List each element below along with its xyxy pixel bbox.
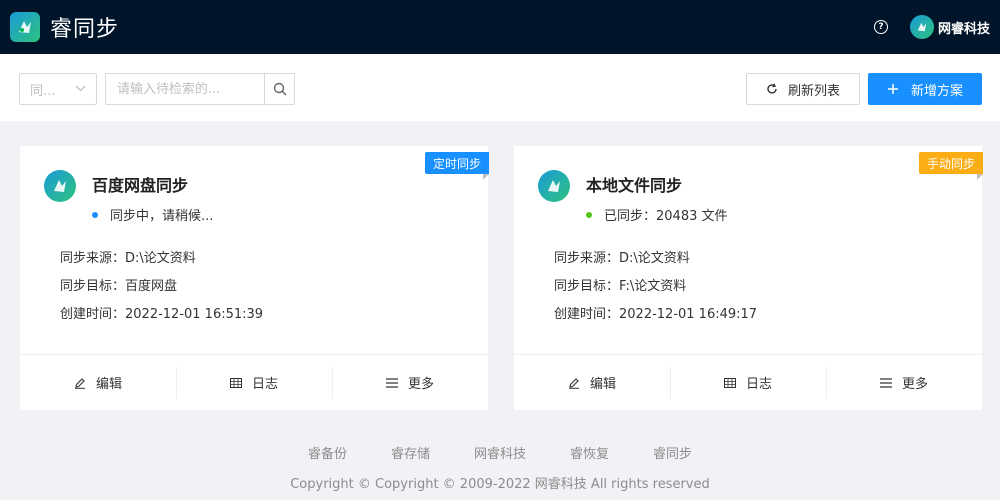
header-right: ? 网睿科技: [873, 15, 990, 39]
card-actions: 编辑 日志 更多: [20, 354, 488, 410]
more-button[interactable]: 更多: [332, 355, 488, 410]
chevron-down-icon: [75, 84, 86, 95]
app-title: 睿同步: [50, 17, 120, 42]
sync-source: 同步来源：D:\论文资料: [554, 251, 690, 266]
toolbar: 同... 刷新列表 新增方案: [0, 54, 1000, 121]
top-header: 睿同步 ? 网睿科技: [0, 0, 1000, 54]
edit-icon: [568, 377, 579, 389]
log-button[interactable]: 日志: [670, 355, 826, 410]
footer-link[interactable]: 睿同步: [653, 443, 692, 462]
add-plan-button[interactable]: 新增方案: [868, 73, 982, 105]
refresh-icon: [767, 83, 777, 94]
user-avatar-icon[interactable]: [909, 15, 934, 39]
copyright-text: Copyright © Copyright © 2009-2022 网睿科技 A…: [290, 477, 710, 492]
search-box: [105, 73, 295, 105]
plan-logo-icon: [44, 170, 76, 202]
plus-icon: [887, 84, 898, 94]
created-time: 创建时间：2022-12-01 16:51:39: [60, 307, 264, 322]
more-button[interactable]: 更多: [826, 355, 982, 410]
add-plan-label: 新增方案: [910, 83, 963, 99]
sync-type-badge: 手动同步: [918, 152, 984, 180]
plan-status: 已同步：20483 文件: [586, 205, 728, 224]
user-name[interactable]: 网睿科技: [938, 18, 990, 37]
app-logo-icon[interactable]: [10, 12, 40, 42]
menu-icon: [385, 377, 398, 388]
footer-link[interactable]: 睿备份: [308, 443, 347, 462]
footer-links: 睿备份 睿存储 网睿科技 睿恢复 睿同步: [0, 443, 1000, 462]
footer-link[interactable]: 睿恢复: [570, 443, 609, 462]
edit-button[interactable]: 编辑: [514, 355, 670, 410]
filter-select-value: 同...: [30, 83, 56, 99]
footer-link[interactable]: 睿存储: [391, 443, 430, 462]
filter-select[interactable]: 同...: [19, 73, 97, 105]
plan-status: 同步中，请稍候...: [92, 205, 213, 224]
search-icon: [273, 82, 286, 96]
help-icon[interactable]: ?: [873, 20, 888, 34]
sync-type-badge: 定时同步: [424, 152, 490, 180]
footer-link[interactable]: 网睿科技: [474, 443, 526, 462]
plan-title: 百度网盘同步: [92, 176, 189, 195]
sync-plan-card: 手动同步 本地文件同步 已同步：20483 文件 同步来源：D:\论文资料 同步…: [514, 146, 984, 410]
status-dot-icon: [586, 211, 592, 218]
table-icon: [723, 377, 736, 388]
sync-plan-card: 定时同步 百度网盘同步 同步中，请稍候... 同步来源：D:\论文资料 同步目标…: [20, 146, 490, 410]
table-icon: [229, 377, 242, 388]
sync-target: 同步目标：百度网盘: [60, 279, 178, 294]
log-button[interactable]: 日志: [176, 355, 332, 410]
card-actions: 编辑 日志 更多: [514, 354, 982, 410]
created-time: 创建时间：2022-12-01 16:49:17: [554, 307, 758, 322]
refresh-label: 刷新列表: [787, 83, 840, 99]
plan-logo-icon: [538, 170, 570, 202]
status-text: 同步中，请稍候...: [110, 209, 214, 224]
search-input[interactable]: [105, 73, 264, 105]
refresh-list-button[interactable]: 刷新列表: [746, 73, 860, 105]
plan-title: 本地文件同步: [586, 176, 683, 195]
status-dot-icon: [92, 211, 98, 218]
status-text: 已同步：20483 文件: [604, 209, 728, 224]
menu-icon: [879, 377, 892, 388]
sync-target: 同步目标：F:\论文资料: [554, 279, 687, 294]
search-button[interactable]: [264, 73, 295, 105]
edit-icon: [74, 377, 85, 389]
sync-source: 同步来源：D:\论文资料: [60, 251, 196, 266]
edit-button[interactable]: 编辑: [20, 355, 176, 410]
